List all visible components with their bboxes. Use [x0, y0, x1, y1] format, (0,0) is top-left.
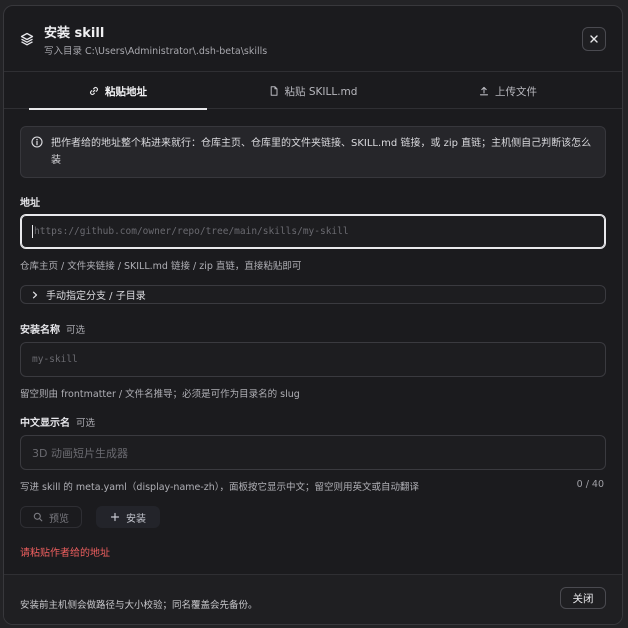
- link-icon: [90, 87, 98, 95]
- install-name-input[interactable]: my-skill: [20, 342, 606, 377]
- display-name-label: 中文显示名 可选: [20, 414, 95, 429]
- plus-icon: [110, 512, 120, 522]
- char-counter: 0 / 40: [576, 479, 604, 490]
- file-icon: [270, 86, 278, 96]
- tab-label: 粘贴 SKILL.md: [284, 85, 358, 98]
- tab-paste-skill-md[interactable]: 粘贴 SKILL.md: [224, 73, 402, 109]
- dialog-footer: 安装前主机侧会做路径与大小校验；同名覆盖会先备份。 关闭: [4, 574, 622, 624]
- preview-label: 预览: [49, 513, 69, 525]
- display-name-label-text: 中文显示名: [20, 418, 70, 429]
- address-help: 仓库主页 / 文件夹链接 / SKILL.md 链接 / zip 直链，直接粘贴…: [20, 261, 302, 272]
- footer-note: 安装前主机侧会做路径与大小校验；同名覆盖会先备份。: [20, 600, 258, 611]
- address-placeholder: https://github.com/owner/repo/tree/main/…: [34, 226, 349, 237]
- display-name-placeholder: 3D 动画短片生成器: [32, 446, 128, 460]
- info-callout: 把作者给的地址整个粘进来就行：仓库主页、仓库里的文件夹链接、SKILL.md 链…: [20, 126, 606, 178]
- tab-upload-file[interactable]: 上传文件: [419, 73, 597, 109]
- install-name-placeholder: my-skill: [32, 354, 78, 365]
- upload-icon: [479, 86, 489, 96]
- tab-label: 粘贴地址: [105, 85, 147, 98]
- tab-bar: 粘贴地址 粘贴 SKILL.md 上传文件: [4, 73, 622, 110]
- install-name-label: 安装名称 可选: [20, 321, 85, 336]
- display-name-help: 写进 skill 的 meta.yaml（display-name-zh），面板…: [20, 482, 420, 493]
- display-name-input[interactable]: 3D 动画短片生成器: [20, 435, 606, 470]
- close-icon: [590, 35, 598, 43]
- tab-label: 上传文件: [495, 85, 537, 98]
- manual-branch-toggle[interactable]: 手动指定分支 / 子目录: [20, 285, 606, 304]
- dialog-subtitle: 写入目录 C:\Users\Administrator\.dsh-beta\sk…: [44, 46, 268, 57]
- layers-icon: [20, 32, 34, 46]
- close-button[interactable]: [582, 27, 606, 51]
- text-caret: [32, 225, 33, 238]
- error-message: 请粘贴作者给的地址: [20, 548, 110, 559]
- chevron-right-icon: [32, 291, 38, 298]
- optional-tag: 可选: [66, 325, 86, 336]
- info-text: 把作者给的地址整个粘进来就行：仓库主页、仓库里的文件夹链接、SKILL.md 链…: [51, 138, 592, 166]
- install-name-label-text: 安装名称: [20, 325, 60, 336]
- tab-paste-address[interactable]: 粘贴地址: [29, 73, 207, 110]
- preview-button[interactable]: 预览: [20, 506, 82, 528]
- address-input[interactable]: https://github.com/owner/repo/tree/main/…: [20, 214, 606, 249]
- address-label: 地址: [20, 198, 40, 209]
- dialog-title: 安装 skill: [44, 26, 105, 41]
- install-name-help: 留空则由 frontmatter / 文件名推导；必须是可作为目录名的 slug: [20, 389, 300, 400]
- manual-label: 手动指定分支 / 子目录: [46, 291, 146, 302]
- dialog-header: 安装 skill 写入目录 C:\Users\Administrator\.ds…: [4, 6, 622, 72]
- install-button[interactable]: 安装: [96, 506, 160, 528]
- footer-close-button[interactable]: 关闭: [560, 587, 606, 609]
- optional-tag: 可选: [76, 418, 96, 429]
- install-skill-dialog: 安装 skill 写入目录 C:\Users\Administrator\.ds…: [3, 5, 623, 625]
- info-icon: [31, 136, 43, 148]
- install-label: 安装: [126, 513, 146, 525]
- search-icon: [33, 512, 43, 522]
